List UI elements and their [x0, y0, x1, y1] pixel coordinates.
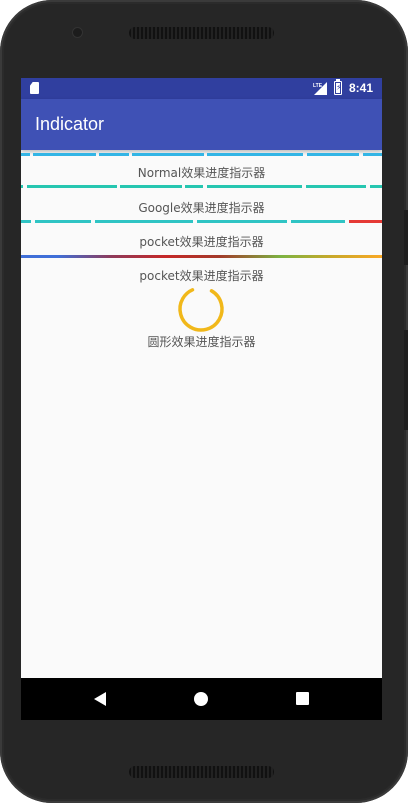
google-progress-bar: [21, 185, 382, 188]
power-button: [404, 330, 408, 430]
bottom-speaker-grille: [129, 766, 274, 778]
lte-label: LTE: [313, 83, 323, 89]
battery-charging-icon: ⚡: [334, 79, 342, 95]
google-multicolor-bar: [21, 220, 382, 223]
pocket-indicator-label-2: pocket效果进度指示器: [139, 269, 264, 283]
sd-card-icon: [30, 82, 39, 94]
status-bar: LTE ⚡ 8:41: [21, 78, 382, 99]
pocket-gradient-bar: [21, 255, 382, 258]
top-speaker-grille: [129, 27, 274, 39]
pocket-indicator-label-1: pocket效果进度指示器: [139, 235, 264, 249]
back-icon[interactable]: [94, 692, 106, 706]
navigation-bar: [21, 678, 382, 720]
home-icon[interactable]: [194, 692, 208, 706]
google-indicator-label: Google效果进度指示器: [138, 201, 265, 215]
screen: LTE ⚡ 8:41 Indicator Normal效果进度指示器 Googl…: [21, 78, 382, 720]
volume-button: [404, 210, 408, 265]
front-camera: [73, 28, 82, 37]
recents-icon[interactable]: [296, 692, 309, 705]
app-bar: Indicator: [21, 99, 382, 150]
normal-progress-bar: [21, 153, 382, 156]
content-area: Normal效果进度指示器 Google效果进度指示器 pocket效果进度指示…: [21, 150, 382, 678]
circle-indicator-label: 圆形效果进度指示器: [147, 335, 256, 349]
signal-icon: LTE: [313, 82, 327, 95]
app-title: Indicator: [35, 114, 105, 134]
circular-progress-spinner: [178, 286, 224, 332]
status-time: 8:41: [349, 81, 374, 95]
device-frame: LTE ⚡ 8:41 Indicator Normal效果进度指示器 Googl…: [0, 0, 408, 803]
normal-indicator-label: Normal效果进度指示器: [137, 166, 266, 180]
